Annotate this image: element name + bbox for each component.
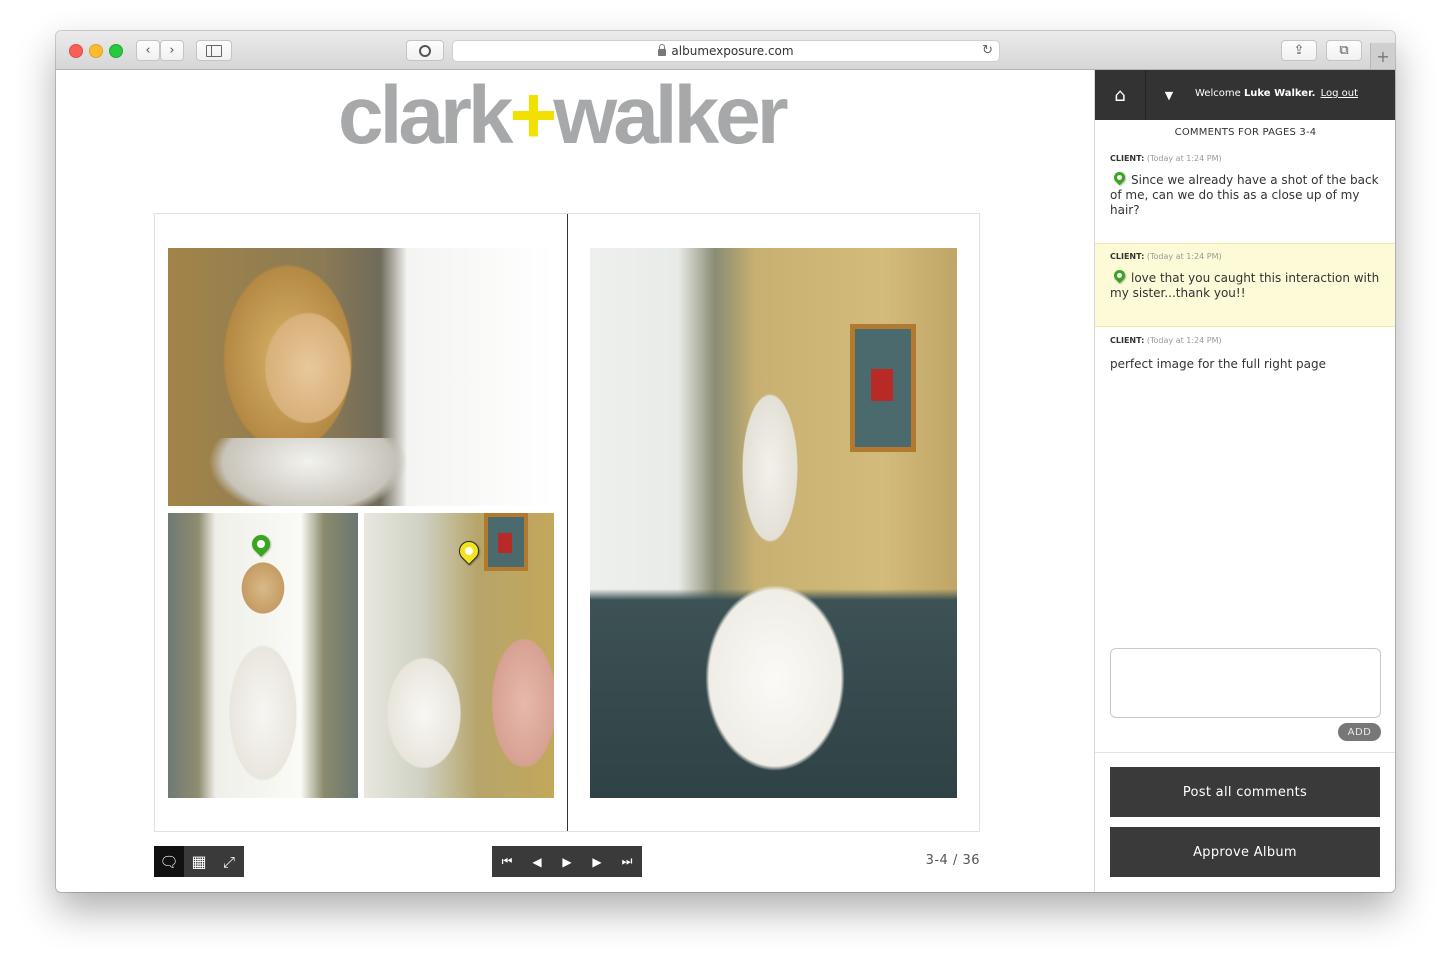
password-manager-button[interactable] xyxy=(406,40,444,61)
painting-thumbnail xyxy=(484,513,528,571)
chevron-right-icon: › xyxy=(169,43,175,58)
grid-view-button[interactable]: ▦ xyxy=(184,846,214,877)
title-bar: ‹ › albumexposure.com ↻ ⇪ ⧉ + xyxy=(56,31,1395,70)
new-tab-button[interactable]: + xyxy=(1370,43,1395,69)
sidebar-divider xyxy=(1095,752,1395,753)
next-icon: ▶ xyxy=(592,854,602,869)
speech-bubble-icon: 🗨 xyxy=(159,852,179,871)
skip-last-icon: ⏭ xyxy=(621,854,633,868)
comment-text-row: love that you caught this interaction wi… xyxy=(1110,267,1381,301)
tabs-overview-button[interactable]: ⧉ xyxy=(1326,40,1362,61)
menu-dropdown-button[interactable]: ▼ xyxy=(1147,70,1191,120)
comment-item-highlighted: CLIENT: (Today at 1:24 PM) love that you… xyxy=(1095,243,1395,327)
approve-album-button[interactable]: Approve Album xyxy=(1110,827,1380,877)
fullscreen-button[interactable]: ⤢ xyxy=(214,846,244,877)
sidebar-icon xyxy=(206,44,222,57)
comment-meta: CLIENT: (Today at 1:24 PM) xyxy=(1110,252,1381,261)
play-button[interactable]: ▶ xyxy=(552,846,582,877)
minimize-window-button[interactable] xyxy=(89,44,103,58)
url-text: albumexposure.com xyxy=(671,44,794,58)
close-window-button[interactable] xyxy=(69,44,83,58)
page-counter: 3-4 / 36 xyxy=(925,853,980,868)
chevron-left-icon: ‹ xyxy=(145,43,151,58)
home-button[interactable]: ⌂ xyxy=(1095,70,1146,120)
browser-window: ‹ › albumexposure.com ↻ ⇪ ⧉ + clark+walk… xyxy=(56,31,1395,892)
bride-portrait-photo[interactable] xyxy=(168,248,554,506)
green-pin-icon[interactable] xyxy=(248,531,274,557)
zoom-window-button[interactable] xyxy=(109,44,123,58)
previous-page-button[interactable]: ◀ xyxy=(522,846,552,877)
painting-in-photo xyxy=(850,324,916,452)
sidebar-toggle-button[interactable] xyxy=(196,40,232,61)
comments-heading: COMMENTS FOR PAGES 3-4 xyxy=(1174,127,1317,138)
view-toolbar: 🗨 ▦ ⤢ xyxy=(154,846,244,877)
green-pin-icon[interactable] xyxy=(1111,169,1128,186)
bride-back-photo[interactable] xyxy=(168,513,358,798)
logo-plus: + xyxy=(509,70,558,161)
expand-icon: ⤢ xyxy=(222,852,235,871)
comment-meta: CLIENT: (Today at 1:24 PM) xyxy=(1110,154,1381,163)
forward-button[interactable]: › xyxy=(160,40,184,61)
comments-sidebar: ⌂ ▼ Welcome Luke Walker. Log out COMMENT… xyxy=(1094,70,1395,892)
logo-left: clark xyxy=(338,70,514,161)
plus-icon: + xyxy=(1376,46,1390,66)
comment-author: CLIENT: xyxy=(1110,252,1145,261)
page-navigation: ⏮ ◀ ▶ ▶ ⏭ xyxy=(492,846,642,877)
last-page-button[interactable]: ⏭ xyxy=(612,846,642,877)
bride-with-sister-photo[interactable] xyxy=(364,513,554,798)
comment-item: CLIENT: (Today at 1:24 PM) Since we alre… xyxy=(1095,146,1395,228)
comment-text: love that you caught this interaction wi… xyxy=(1110,271,1380,300)
share-button[interactable]: ⇪ xyxy=(1281,40,1317,61)
album-spread[interactable] xyxy=(154,213,980,832)
comments-view-button[interactable]: 🗨 xyxy=(154,846,184,877)
home-icon: ⌂ xyxy=(1114,84,1126,106)
sidebar-header: ⌂ ▼ Welcome Luke Walker. Log out xyxy=(1095,70,1395,120)
lock-icon xyxy=(658,43,667,56)
comment-meta: CLIENT: (Today at 1:24 PM) xyxy=(1110,336,1381,345)
tabs-icon: ⧉ xyxy=(1339,43,1349,58)
skip-first-icon: ⏮ xyxy=(501,854,513,868)
play-icon: ▶ xyxy=(562,854,572,869)
comment-time: (Today at 1:24 PM) xyxy=(1146,252,1222,261)
green-pin-icon[interactable] xyxy=(1111,267,1128,284)
comment-text-row: Since we already have a shot of the back… xyxy=(1110,169,1381,218)
post-all-comments-button[interactable]: Post all comments xyxy=(1110,767,1380,817)
user-name: Luke Walker. xyxy=(1243,88,1316,99)
reload-icon[interactable]: ↻ xyxy=(982,43,993,58)
password-icon xyxy=(419,44,431,57)
first-page-button[interactable]: ⏮ xyxy=(492,846,522,877)
comment-text: perfect image for the full right page xyxy=(1110,357,1326,371)
comment-time: (Today at 1:24 PM) xyxy=(1146,154,1222,163)
back-button[interactable]: ‹ xyxy=(136,40,160,61)
comment-text: Since we already have a shot of the back… xyxy=(1110,173,1379,217)
logo-right: walker xyxy=(553,70,788,161)
caret-down-icon: ▼ xyxy=(1164,88,1174,102)
bride-full-length-photo[interactable] xyxy=(590,248,957,798)
address-bar[interactable]: albumexposure.com ↻ xyxy=(452,40,1000,62)
yellow-pin-icon[interactable] xyxy=(454,536,484,566)
comment-input[interactable] xyxy=(1110,648,1381,718)
logout-link[interactable]: Log out xyxy=(1321,88,1358,99)
grid-icon: ▦ xyxy=(191,852,207,871)
comment-author: CLIENT: xyxy=(1110,336,1145,345)
previous-icon: ◀ xyxy=(532,854,542,869)
page-divider xyxy=(567,214,568,831)
comment-time: (Today at 1:24 PM) xyxy=(1146,336,1222,345)
add-comment-button[interactable]: ADD xyxy=(1338,723,1381,741)
comment-item: CLIENT: (Today at 1:24 PM) perfect image… xyxy=(1095,328,1395,382)
welcome-text: Welcome Luke Walker. Log out xyxy=(1195,88,1358,99)
studio-logo: clark+walker xyxy=(338,75,789,157)
next-page-button[interactable]: ▶ xyxy=(582,846,612,877)
welcome-prefix: Welcome xyxy=(1195,88,1241,99)
share-icon: ⇪ xyxy=(1293,43,1305,58)
comment-author: CLIENT: xyxy=(1110,154,1145,163)
